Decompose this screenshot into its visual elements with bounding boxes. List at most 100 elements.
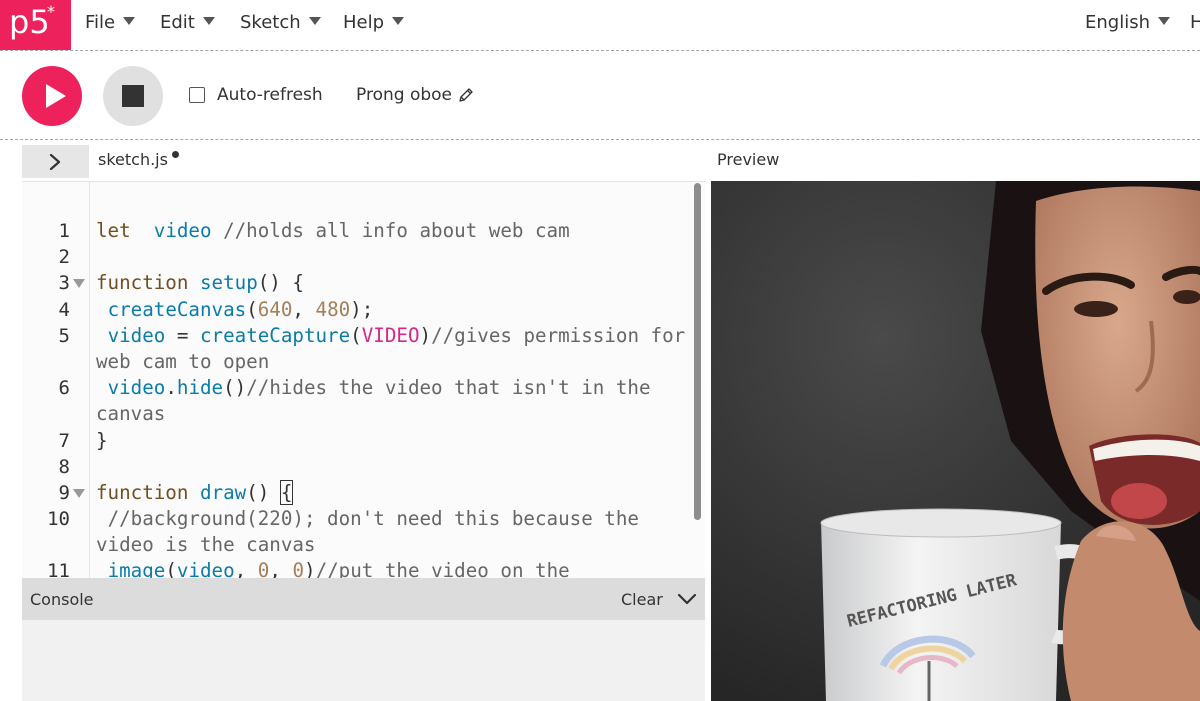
code-text: //background(220); don't need this becau… — [96, 506, 696, 558]
unsaved-indicator — [172, 151, 179, 158]
code-token: createCapture — [199, 323, 351, 347]
code-lines: 1 let video //holds all info about web ca… — [22, 218, 705, 578]
play-button[interactable] — [22, 66, 82, 126]
collapse-sidebar-button[interactable] — [22, 145, 89, 178]
menu-file[interactable]: File — [85, 12, 136, 34]
caret-down-icon — [392, 17, 405, 25]
code-token: , — [269, 559, 293, 578]
caret-down-icon — [123, 17, 136, 25]
chevron-down-icon[interactable] — [677, 592, 697, 606]
console-clear-button[interactable]: Clear — [621, 590, 663, 610]
code-token: video — [176, 559, 235, 578]
code-token: ( — [246, 297, 258, 321]
language-selector[interactable]: English — [1085, 12, 1170, 34]
code-token: ) — [304, 559, 316, 578]
code-token: 480 — [315, 297, 351, 321]
p5-logo[interactable]: p5 * — [0, 0, 71, 50]
menu-edit-label: Edit — [160, 12, 195, 33]
console-output[interactable] — [22, 620, 705, 701]
code-token: let — [96, 219, 131, 242]
code-line[interactable]: 1 let video //holds all info about web ca… — [22, 218, 705, 244]
line-number: 10 — [47, 508, 70, 531]
line-number: 6 — [58, 377, 70, 400]
code-token: 0 — [257, 559, 270, 578]
code-token: //holds all info about web cam — [211, 219, 570, 242]
caret-down-icon — [308, 17, 321, 25]
code-token: createCanvas — [107, 297, 247, 321]
code-line[interactable]: 9 function draw() { — [22, 479, 705, 506]
code-token: function — [96, 480, 189, 504]
code-token: () { — [257, 271, 304, 295]
line-number: 5 — [58, 324, 70, 347]
line-number: 2 — [58, 246, 70, 269]
menu-help-label: Help — [343, 12, 385, 33]
code-line[interactable]: 4 createCanvas(640, 480); — [22, 297, 705, 323]
menu-help[interactable]: Help — [343, 12, 405, 34]
line-number: 4 — [58, 298, 70, 321]
fold-arrow-icon[interactable] — [73, 279, 85, 289]
preview-canvas[interactable]: REFACTORING LATER — [711, 181, 1200, 701]
code-token: VIDEO — [361, 323, 420, 347]
code-text: let video //holds all info about web cam — [96, 218, 696, 244]
preview-title: Preview — [717, 150, 780, 169]
code-line[interactable]: 10 //background(220); don't need this be… — [22, 506, 705, 558]
play-icon — [46, 84, 66, 108]
line-number: 8 — [58, 455, 70, 478]
code-token: video — [107, 376, 166, 400]
chevron-right-icon — [49, 154, 61, 170]
auto-refresh-label[interactable]: Auto-refresh — [217, 85, 323, 105]
fold-arrow-icon[interactable] — [73, 488, 85, 498]
menu-edit[interactable]: Edit — [160, 12, 215, 34]
code-text: function draw() { — [96, 479, 696, 506]
code-line[interactable]: 2 — [22, 244, 705, 270]
line-number: 7 — [58, 429, 70, 452]
code-token: video — [153, 219, 212, 242]
code-line[interactable]: 8 — [22, 454, 705, 480]
line-number: 11 — [47, 560, 70, 578]
code-token: setup — [199, 271, 258, 295]
code-line[interactable]: 5 video = createCapture(VIDEO)//gives pe… — [22, 323, 705, 375]
code-text: video.hide()//hides the video that isn't… — [96, 375, 696, 427]
menu-cutoff-item[interactable]: H — [1190, 12, 1200, 34]
menu-file-label: File — [85, 12, 116, 33]
menu-sketch[interactable]: Sketch — [240, 12, 321, 34]
top-nav: p5 * File Edit Sketch Help English H — [0, 0, 1200, 51]
code-token: . — [165, 376, 177, 400]
code-token: () — [223, 376, 247, 400]
code-line[interactable]: 11 image(video, 0, 0)//put the video on … — [22, 558, 705, 578]
code-token: = — [165, 323, 200, 347]
sketch-name[interactable]: Prong oboe — [356, 85, 452, 105]
code-line[interactable]: 3 function setup() { — [22, 270, 705, 296]
code-line[interactable]: 7} — [22, 428, 705, 454]
line-number: 1 — [58, 220, 70, 242]
auto-refresh-checkbox[interactable] — [189, 87, 205, 103]
caret-down-icon — [1158, 17, 1170, 25]
code-token: ( — [165, 559, 177, 578]
code-line[interactable]: 6 video.hide()//hides the video that isn… — [22, 375, 705, 427]
code-token: ) — [419, 323, 432, 347]
console-header: Console Clear — [22, 578, 705, 620]
file-tab-sketch-js[interactable]: sketch.js — [98, 150, 168, 170]
code-text: createCanvas(640, 480); — [96, 297, 696, 323]
code-token: 640 — [257, 297, 293, 321]
stop-button[interactable] — [103, 66, 163, 126]
menu-sketch-label: Sketch — [240, 12, 301, 33]
code-editor[interactable]: 1 let video //holds all info about web ca… — [22, 181, 705, 578]
code-token: video — [107, 323, 166, 347]
stop-icon — [122, 85, 144, 107]
code-token: //put the video on the — [315, 559, 570, 578]
code-text: function setup() { — [96, 270, 696, 296]
code-token: hide — [176, 376, 224, 400]
code-token: 0 — [292, 559, 304, 578]
pencil-icon[interactable] — [458, 87, 474, 103]
editor-scrollbar-thumb[interactable] — [694, 183, 701, 520]
code-token: } — [96, 428, 108, 452]
code-token: image — [107, 559, 166, 578]
matched-bracket: { — [279, 479, 294, 505]
